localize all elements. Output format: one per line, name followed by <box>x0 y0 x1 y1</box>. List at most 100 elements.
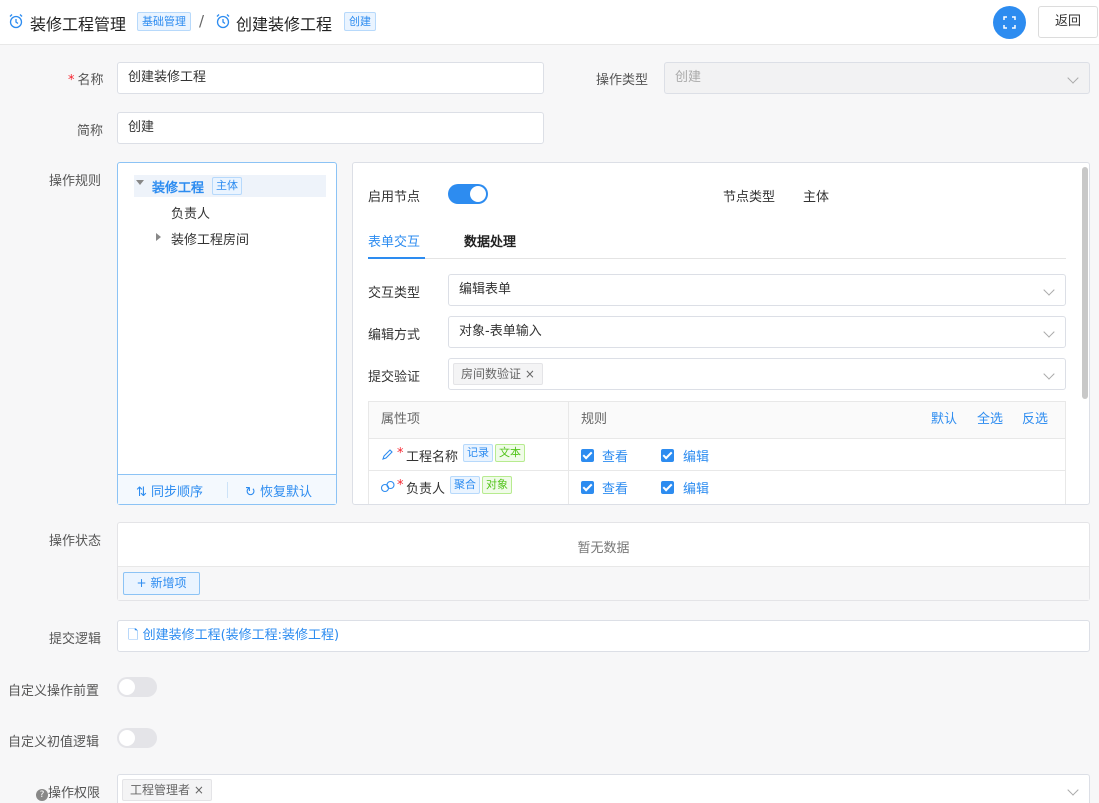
edit-label: 编辑 <box>683 450 710 465</box>
status-table: 暂无数据 + 新增项 <box>117 522 1090 601</box>
edit-pencil-icon <box>382 449 393 460</box>
name-label: * 名称 <box>68 73 104 88</box>
chevron-down-icon <box>1067 72 1079 84</box>
row-tag-aggregate: 聚合 <box>450 476 480 494</box>
permission-select[interactable]: 工程管理者 × <box>117 774 1090 803</box>
add-item-button[interactable]: + 新增项 <box>123 572 200 595</box>
view-checkbox[interactable] <box>581 481 594 494</box>
subtitle-tag: 创建 <box>344 12 376 31</box>
interaction-type-value: 编辑表单 <box>459 282 512 297</box>
validation-select[interactable]: 房间数验证 × <box>448 358 1066 390</box>
tree-panel: 装修工程 主体 负责人 装修工程房间 ⇅ 同步顺序 ↻ 恢复默认 <box>117 162 337 505</box>
page-title: 装修工程管理 <box>30 15 127 34</box>
row-attr-name: 负责人 <box>406 482 446 497</box>
footer-divider <box>227 482 228 498</box>
sort-icon: ⇅ <box>136 485 147 500</box>
attribute-rules-table: 属性项 规则 默认 全选 反选 * 工程名称 记录 文本 查看 编辑 * 负责人… <box>368 401 1066 504</box>
node-type-label: 节点类型 <box>723 190 776 205</box>
back-button[interactable]: 返回 <box>1038 6 1098 38</box>
alarm-clock-icon <box>216 14 230 29</box>
chevron-down-icon <box>1043 326 1055 338</box>
fullscreen-button[interactable] <box>993 6 1026 39</box>
sync-order-button[interactable]: ⇅ 同步顺序 <box>136 481 203 500</box>
tree-root-label[interactable]: 装修工程 <box>152 177 204 196</box>
row-tag-record: 记录 <box>463 444 493 462</box>
required-mark: * <box>397 446 404 461</box>
title-tag: 基础管理 <box>137 12 191 31</box>
edit-checkbox[interactable] <box>661 481 674 494</box>
edit-checkbox[interactable] <box>661 449 674 462</box>
chevron-down-icon <box>1067 784 1079 796</box>
table-row: * 工程名称 记录 文本 查看 编辑 <box>369 439 1065 471</box>
required-mark: * <box>397 478 404 493</box>
empty-text: 暂无数据 <box>577 541 630 556</box>
view-label: 查看 <box>602 482 629 497</box>
custom-init-label: 自定义初值逻辑 <box>8 735 100 750</box>
edit-mode-select[interactable]: 对象-表单输入 <box>448 316 1066 348</box>
row-tag-text: 文本 <box>495 444 525 462</box>
name-input[interactable]: 创建装修工程 <box>117 62 544 94</box>
default-action[interactable]: 默认 <box>931 402 957 438</box>
short-name-label: 简称 <box>77 124 104 139</box>
enable-node-label: 启用节点 <box>368 190 421 205</box>
status-footer: + 新增项 <box>118 566 1089 600</box>
permission-chip: 工程管理者 × <box>122 779 212 801</box>
table-row: * 负责人 聚合 对象 查看 编辑 <box>369 471 1065 503</box>
col-attr-header: 属性项 <box>381 412 421 427</box>
interaction-type-select[interactable]: 编辑表单 <box>448 274 1066 306</box>
breadcrumb-separator: / <box>199 12 205 30</box>
edit-label: 编辑 <box>683 482 710 497</box>
tree-root-tag: 主体 <box>212 177 242 195</box>
caret-right-icon[interactable] <box>156 233 161 241</box>
short-name-input[interactable]: 创建 <box>117 112 544 144</box>
validation-chip: 房间数验证 × <box>453 363 543 385</box>
status-label: 操作状态 <box>49 534 102 549</box>
node-type-value: 主体 <box>803 190 830 205</box>
alarm-clock-icon <box>9 14 23 29</box>
tab-form-interaction[interactable]: 表单交互 <box>368 231 420 250</box>
page-subtitle: 创建装修工程 <box>236 15 333 34</box>
submit-logic-label: 提交逻辑 <box>49 632 102 647</box>
op-type-value: 创建 <box>675 70 702 85</box>
refresh-icon: ↻ <box>245 485 256 500</box>
restore-default-button[interactable]: ↻ 恢复默认 <box>245 481 312 500</box>
close-icon[interactable]: × <box>525 367 535 381</box>
tab-data-processing[interactable]: 数据处理 <box>464 231 516 250</box>
fullscreen-icon <box>1003 16 1016 29</box>
rules-label: 操作规则 <box>49 174 102 189</box>
tree-node-owner[interactable]: 负责人 <box>171 203 210 222</box>
node-config-panel: 启用节点 节点类型 主体 表单交互 数据处理 交互类型 编辑表单 编辑方式 对象… <box>352 162 1090 505</box>
caret-down-icon[interactable] <box>136 180 144 185</box>
close-icon[interactable]: × <box>194 783 204 797</box>
select-all-action[interactable]: 全选 <box>977 402 1003 438</box>
view-label: 查看 <box>602 450 629 465</box>
op-type-label: 操作类型 <box>596 73 649 88</box>
table-header-bg <box>369 402 1065 438</box>
row-tag-object: 对象 <box>482 476 512 494</box>
plus-icon: + <box>136 576 147 590</box>
custom-init-toggle[interactable] <box>117 728 157 748</box>
tab-active-indicator <box>368 257 425 259</box>
interaction-type-label: 交互类型 <box>368 286 421 301</box>
submit-logic-link[interactable]: 🗋 创建装修工程(装修工程:装修工程) <box>117 620 1090 652</box>
edit-mode-label: 编辑方式 <box>368 328 421 343</box>
question-icon[interactable]: ? <box>36 789 48 801</box>
panel-scrollbar[interactable] <box>1082 167 1088 399</box>
custom-pre-toggle[interactable] <box>117 677 157 697</box>
enable-node-toggle[interactable] <box>448 184 488 204</box>
invert-action[interactable]: 反选 <box>1022 402 1048 438</box>
op-type-select[interactable]: 创建 <box>664 62 1090 94</box>
tree-footer: ⇅ 同步顺序 ↻ 恢复默认 <box>118 474 336 504</box>
page-header: 装修工程管理 基础管理 / 创建装修工程 创建 返回 <box>0 0 1099 45</box>
view-checkbox[interactable] <box>581 449 594 462</box>
tree-node-rooms[interactable]: 装修工程房间 <box>171 229 249 248</box>
col-rule-header: 规则 <box>581 412 608 427</box>
chevron-down-icon <box>1043 284 1055 296</box>
chevron-down-icon <box>1043 368 1055 380</box>
custom-pre-label: 自定义操作前置 <box>8 684 100 699</box>
document-icon: 🗋 <box>128 628 139 643</box>
link-chain-icon <box>380 480 395 493</box>
tab-divider <box>368 258 1066 259</box>
validation-label: 提交验证 <box>368 370 421 385</box>
permission-label: ? 操作权限 <box>36 782 100 801</box>
